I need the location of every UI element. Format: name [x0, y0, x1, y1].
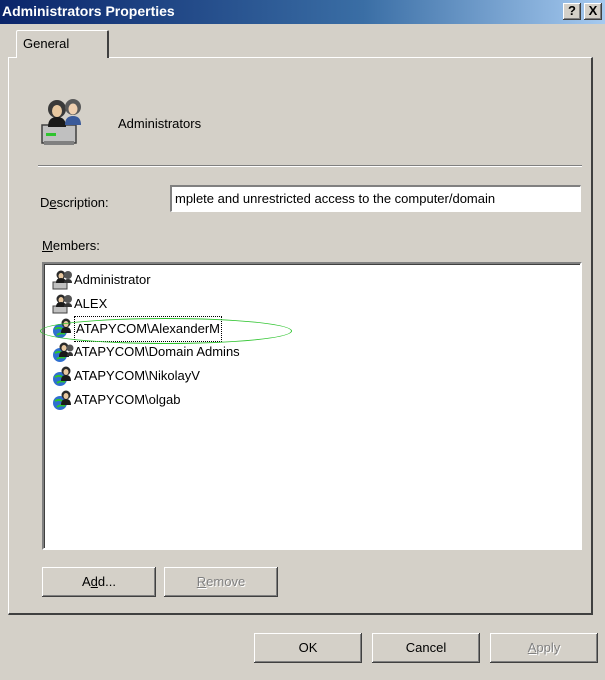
- domain-user-icon: [53, 366, 71, 386]
- add-button[interactable]: Add...: [42, 567, 156, 597]
- member-name: ATAPYCOM\AlexanderM: [74, 316, 223, 342]
- remove-button[interactable]: Remove: [164, 567, 278, 597]
- ok-button[interactable]: OK: [254, 633, 362, 663]
- window-title: Administrators Properties: [2, 3, 175, 19]
- group-name: Administrators: [118, 116, 202, 131]
- user-group-icon: [41, 99, 81, 145]
- domain-group-icon: [53, 342, 74, 362]
- member-name: ATAPYCOM\Domain Admins: [74, 344, 240, 359]
- members-label: Members:: [42, 238, 100, 253]
- help-button[interactable]: ?: [563, 3, 581, 20]
- tab-general[interactable]: General: [16, 30, 109, 58]
- domain-user-icon: [53, 318, 71, 338]
- user-icon: [52, 270, 72, 290]
- description-input[interactable]: mplete and unrestricted access to the co…: [170, 185, 581, 212]
- domain-user-icon: [53, 390, 71, 410]
- cancel-button[interactable]: Cancel: [372, 633, 480, 663]
- member-name: ATAPYCOM\NikolayV: [74, 368, 200, 383]
- title-bar[interactable]: Administrators Properties ? X: [0, 0, 605, 24]
- user-icon: [52, 294, 72, 314]
- close-button[interactable]: X: [584, 3, 602, 20]
- member-name: ATAPYCOM\olgab: [74, 392, 181, 407]
- separator: [38, 165, 582, 167]
- description-label: Description:: [40, 195, 109, 210]
- member-name: Administrator: [74, 272, 151, 287]
- members-list[interactable]: Administrator ALEX ATAPYCOM\AlexanderM A…: [42, 262, 582, 550]
- tab-strip: General: [8, 30, 598, 58]
- member-name: ALEX: [74, 296, 108, 311]
- properties-dialog: Administrators Properties ? X General Ad…: [0, 0, 605, 680]
- apply-button[interactable]: Apply: [490, 633, 598, 663]
